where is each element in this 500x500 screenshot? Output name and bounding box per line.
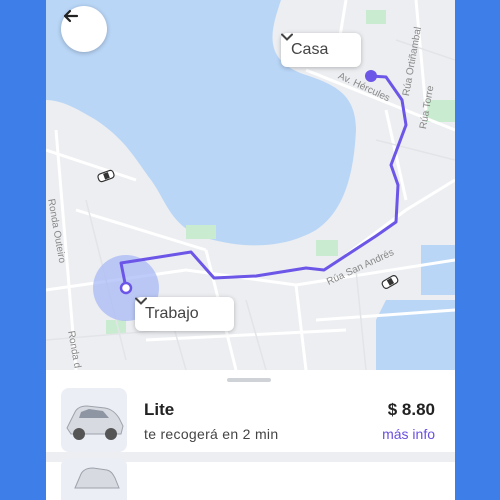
phone-screen: Av. Hércules Rúa Ortiñambal Rúa Torre Rú…: [46, 0, 455, 500]
ride-name: Lite: [144, 400, 175, 419]
park: [366, 10, 386, 24]
map-view[interactable]: Av. Hércules Rúa Ortiñambal Rúa Torre Rú…: [46, 0, 455, 370]
destination-selector[interactable]: Trabajo: [135, 297, 234, 331]
ride-option-next[interactable]: [61, 458, 127, 500]
port-water-2: [421, 245, 455, 295]
map-canvas: [46, 0, 455, 370]
origin-label: Casa: [291, 41, 329, 58]
park: [186, 225, 216, 239]
car-image: [61, 388, 127, 452]
destination-marker: [119, 281, 133, 295]
back-button[interactable]: [61, 6, 107, 52]
destination-label: Trabajo: [145, 305, 199, 322]
park: [316, 240, 338, 256]
more-info-link[interactable]: más info: [382, 426, 435, 442]
ride-eta: te recogerá en 2 min: [144, 426, 279, 442]
origin-marker: [365, 70, 377, 82]
origin-selector[interactable]: Casa: [281, 33, 361, 67]
ride-price: $ 8.80: [387, 400, 435, 419]
drag-handle[interactable]: [227, 378, 271, 382]
